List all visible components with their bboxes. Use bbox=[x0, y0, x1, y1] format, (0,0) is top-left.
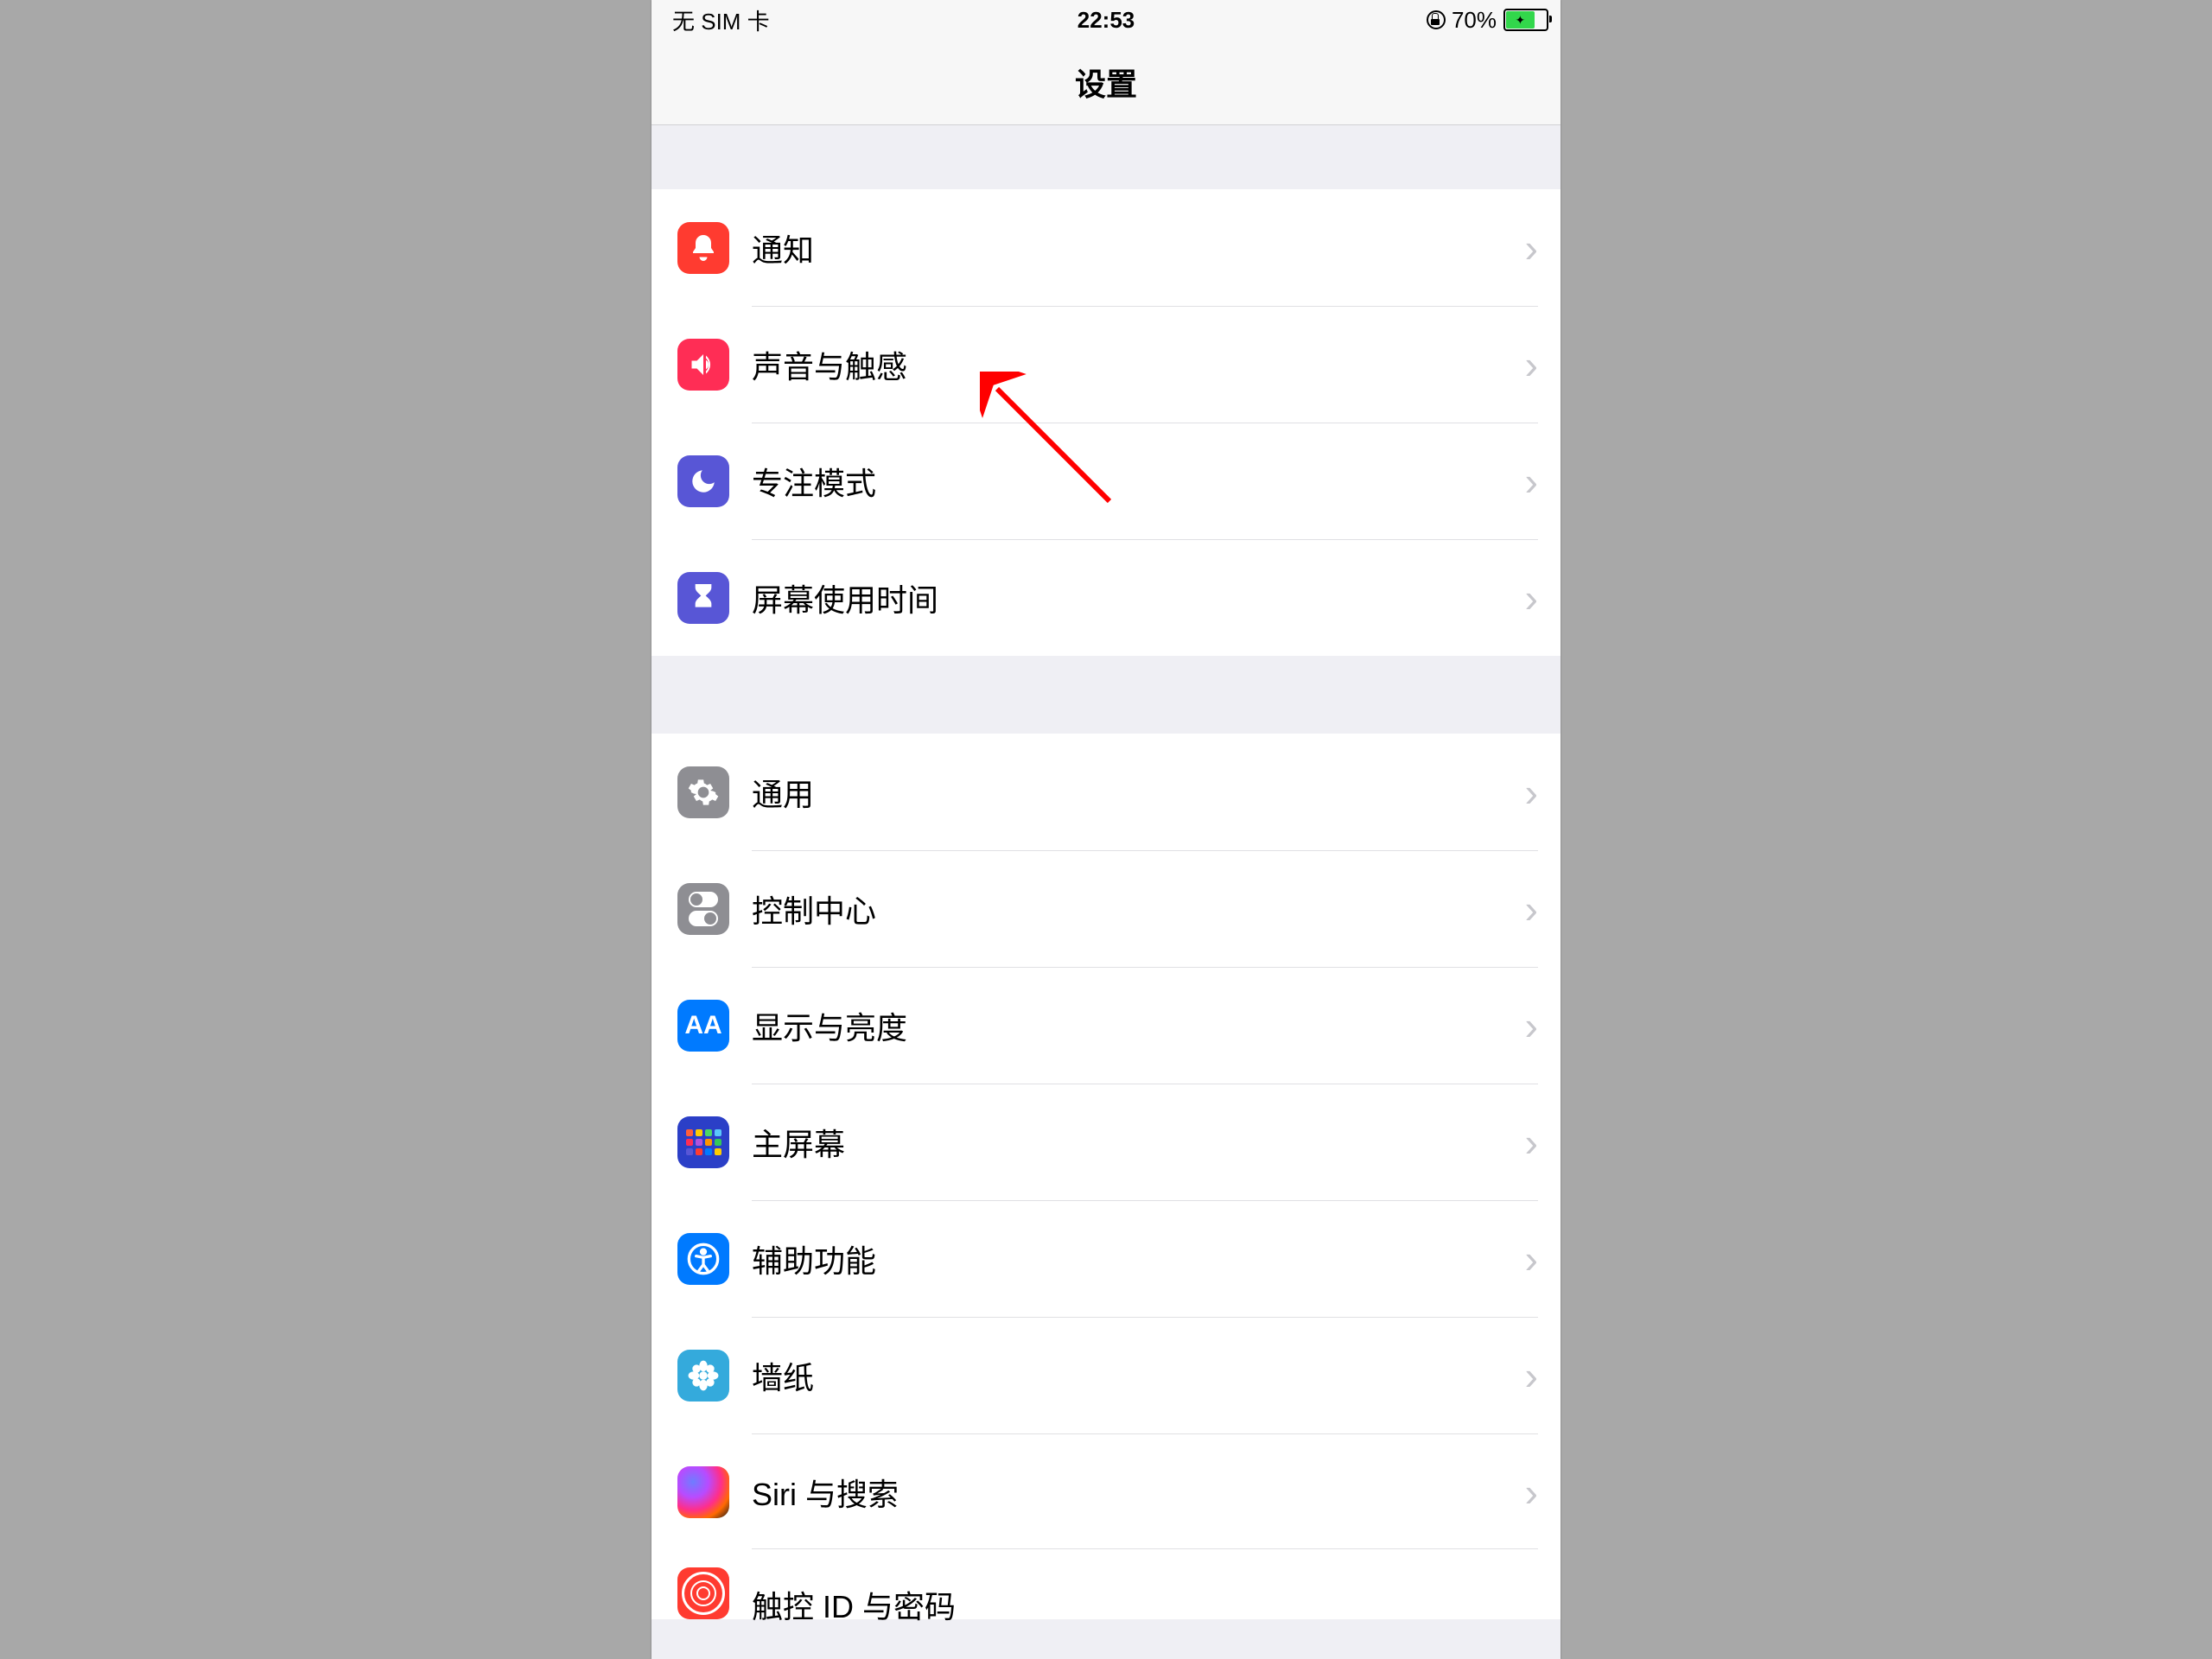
row-wallpaper[interactable]: 墙纸 › bbox=[652, 1317, 1560, 1433]
chevron-right-icon: › bbox=[1525, 1352, 1538, 1399]
row-label: 墙纸 bbox=[752, 1353, 1525, 1398]
status-bar: 无 SIM 卡 22:53 70% ✦ bbox=[652, 0, 1560, 40]
settings-group-1: 通知 › 声音与触感 › 专注模式 › bbox=[652, 189, 1560, 656]
aa-icon: AA bbox=[677, 1000, 729, 1052]
row-label: 通用 bbox=[752, 770, 1525, 815]
row-accessibility[interactable]: 辅助功能 › bbox=[652, 1200, 1560, 1317]
navbar: 设置 bbox=[652, 40, 1560, 125]
hourglass-icon bbox=[677, 572, 729, 624]
row-label: 辅助功能 bbox=[752, 1236, 1525, 1281]
row-label: 控制中心 bbox=[752, 887, 1525, 931]
row-label: Siri 与搜索 bbox=[752, 1470, 1525, 1515]
battery-icon: ✦ bbox=[1503, 9, 1548, 31]
toggles-icon bbox=[677, 883, 729, 935]
gear-icon bbox=[677, 766, 729, 818]
section-gap bbox=[652, 125, 1560, 189]
siri-icon bbox=[677, 1466, 729, 1518]
chevron-right-icon: › bbox=[1525, 458, 1538, 505]
row-label: 通知 bbox=[752, 226, 1525, 270]
row-display[interactable]: AA 显示与亮度 › bbox=[652, 967, 1560, 1084]
row-label: 声音与触感 bbox=[752, 342, 1525, 387]
row-label: 专注模式 bbox=[752, 459, 1525, 504]
row-control-center[interactable]: 控制中心 › bbox=[652, 850, 1560, 967]
chevron-right-icon: › bbox=[1525, 886, 1538, 932]
row-label: 主屏幕 bbox=[752, 1120, 1525, 1165]
row-focus[interactable]: 专注模式 › bbox=[652, 423, 1560, 539]
row-siri[interactable]: Siri 与搜索 › bbox=[652, 1433, 1560, 1550]
carrier-label: 无 SIM 卡 bbox=[672, 4, 770, 36]
row-sounds[interactable]: 声音与触感 › bbox=[652, 306, 1560, 423]
fingerprint-icon bbox=[677, 1567, 729, 1619]
page-title: 设置 bbox=[1075, 60, 1137, 105]
row-general[interactable]: 通用 › bbox=[652, 734, 1560, 850]
row-label: 屏幕使用时间 bbox=[752, 575, 1525, 620]
row-screentime[interactable]: 屏幕使用时间 › bbox=[652, 539, 1560, 656]
status-right: 70% ✦ bbox=[1426, 7, 1548, 34]
homegrid-icon bbox=[677, 1116, 729, 1168]
bell-icon bbox=[677, 222, 729, 274]
chevron-right-icon: › bbox=[1525, 341, 1538, 388]
row-label: 触控 ID 与密码 bbox=[752, 1582, 1525, 1627]
chevron-right-icon: › bbox=[1525, 1002, 1538, 1049]
section-gap bbox=[652, 656, 1560, 734]
chevron-right-icon: › bbox=[1525, 769, 1538, 816]
chevron-right-icon: › bbox=[1525, 575, 1538, 621]
clock: 22:53 bbox=[1077, 7, 1135, 34]
accessibility-icon bbox=[677, 1233, 729, 1285]
row-homescreen[interactable]: 主屏幕 › bbox=[652, 1084, 1560, 1200]
orientation-lock-icon bbox=[1426, 10, 1446, 30]
chevron-right-icon: › bbox=[1525, 1469, 1538, 1516]
chevron-right-icon: › bbox=[1525, 1119, 1538, 1166]
settings-group-2: 通用 › 控制中心 › AA 显示与亮度 › bbox=[652, 734, 1560, 1619]
chevron-right-icon: › bbox=[1525, 1236, 1538, 1282]
battery-percent: 70% bbox=[1452, 7, 1497, 34]
row-notifications[interactable]: 通知 › bbox=[652, 189, 1560, 306]
moon-icon bbox=[677, 455, 729, 507]
chevron-right-icon: › bbox=[1525, 225, 1538, 271]
phone-frame: 无 SIM 卡 22:53 70% ✦ 设置 通知 › 声音与 bbox=[652, 0, 1560, 1659]
flower-icon bbox=[677, 1350, 729, 1402]
speaker-icon bbox=[677, 339, 729, 391]
row-label: 显示与亮度 bbox=[752, 1003, 1525, 1048]
row-touchid[interactable]: 触控 ID 与密码 › bbox=[652, 1550, 1560, 1619]
